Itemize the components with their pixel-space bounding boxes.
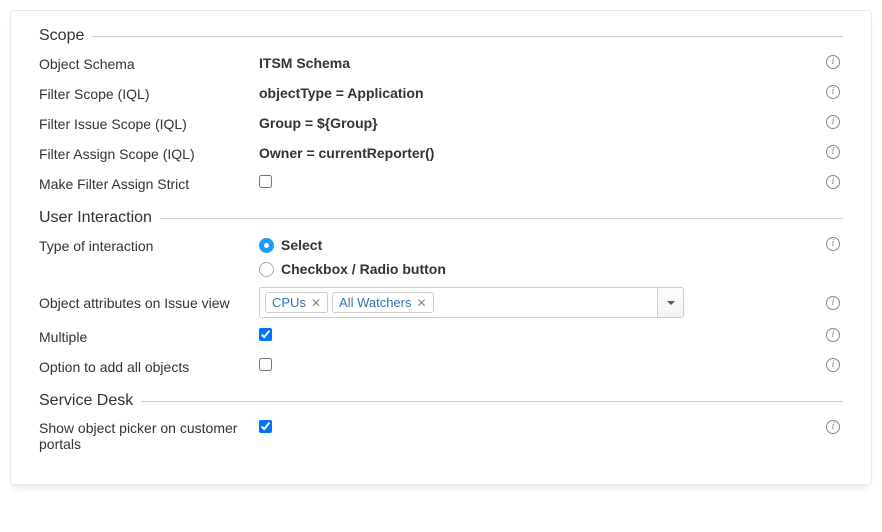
value-filter-issue-scope: Group = ${Group} — [259, 115, 823, 131]
info-icon[interactable]: i — [826, 328, 840, 342]
value-filter-assign-scope: Owner = currentReporter() — [259, 145, 823, 161]
info-icon[interactable]: i — [826, 358, 840, 372]
tag-remove-icon[interactable]: ✕ — [417, 296, 427, 310]
tag-label: All Watchers — [339, 295, 411, 310]
divider-line — [141, 401, 843, 402]
label-object-schema: Object Schema — [39, 55, 259, 72]
radio-label-select: Select — [281, 237, 322, 253]
radio-label-checkbox: Checkbox / Radio button — [281, 261, 446, 277]
label-option-add-all: Option to add all objects — [39, 358, 259, 375]
row-object-schema: Object Schema ITSM Schema i — [39, 55, 843, 75]
info-icon[interactable]: i — [826, 145, 840, 159]
tag-remove-icon[interactable]: ✕ — [311, 296, 321, 310]
section-scope-title: Scope — [39, 27, 843, 45]
radio-group-interaction: Select Checkbox / Radio button — [259, 237, 813, 277]
config-panel: Scope Object Schema ITSM Schema i Filter… — [10, 10, 872, 485]
divider-line — [160, 218, 843, 219]
row-show-picker: Show object picker on customer portals i — [39, 420, 843, 452]
info-icon[interactable]: i — [826, 175, 840, 189]
section-service-desk-title: Service Desk — [39, 392, 843, 410]
row-type-of-interaction: Type of interaction Select Checkbox / Ra… — [39, 237, 843, 277]
radio-icon-unselected — [259, 262, 274, 277]
info-icon[interactable]: i — [826, 115, 840, 129]
row-make-filter-assign-strict: Make Filter Assign Strict i — [39, 175, 843, 195]
value-filter-scope: objectType = Application — [259, 85, 823, 101]
multiselect-object-attributes[interactable]: CPUs ✕ All Watchers ✕ — [259, 287, 684, 318]
label-object-attributes: Object attributes on Issue view — [39, 294, 259, 311]
checkbox-option-add-all[interactable] — [259, 358, 272, 371]
checkbox-multiple[interactable] — [259, 328, 272, 341]
checkbox-make-filter-assign-strict[interactable] — [259, 175, 272, 188]
label-make-filter-assign-strict: Make Filter Assign Strict — [39, 175, 259, 192]
value-object-schema: ITSM Schema — [259, 55, 823, 71]
label-type-of-interaction: Type of interaction — [39, 237, 259, 254]
tag-cpus: CPUs ✕ — [265, 292, 328, 313]
info-icon[interactable]: i — [826, 420, 840, 434]
label-filter-scope: Filter Scope (IQL) — [39, 85, 259, 102]
tag-all-watchers: All Watchers ✕ — [332, 292, 434, 313]
label-filter-issue-scope: Filter Issue Scope (IQL) — [39, 115, 259, 132]
row-option-add-all: Option to add all objects i — [39, 358, 843, 378]
radio-option-select[interactable]: Select — [259, 237, 813, 253]
label-multiple: Multiple — [39, 328, 259, 345]
section-service-desk-label: Service Desk — [39, 392, 133, 410]
row-filter-assign-scope: Filter Assign Scope (IQL) Owner = curren… — [39, 145, 843, 165]
checkbox-show-picker[interactable] — [259, 420, 272, 433]
multiselect-toggle[interactable] — [657, 288, 683, 317]
info-icon[interactable]: i — [826, 237, 840, 251]
info-icon[interactable]: i — [826, 55, 840, 69]
chevron-down-icon — [667, 301, 675, 305]
row-filter-issue-scope: Filter Issue Scope (IQL) Group = ${Group… — [39, 115, 843, 135]
label-filter-assign-scope: Filter Assign Scope (IQL) — [39, 145, 259, 162]
multiselect-tags: CPUs ✕ All Watchers ✕ — [260, 288, 657, 317]
row-object-attributes: Object attributes on Issue view CPUs ✕ A… — [39, 287, 843, 318]
section-user-interaction-title: User Interaction — [39, 209, 843, 227]
radio-option-checkbox[interactable]: Checkbox / Radio button — [259, 261, 813, 277]
row-multiple: Multiple i — [39, 328, 843, 348]
section-scope-label: Scope — [39, 27, 84, 45]
section-user-interaction-label: User Interaction — [39, 209, 152, 227]
label-show-picker: Show object picker on customer portals — [39, 420, 259, 452]
tag-label: CPUs — [272, 295, 306, 310]
info-icon[interactable]: i — [826, 85, 840, 99]
row-filter-scope: Filter Scope (IQL) objectType = Applicat… — [39, 85, 843, 105]
divider-line — [92, 36, 843, 37]
info-icon[interactable]: i — [826, 296, 840, 310]
radio-icon-selected — [259, 238, 274, 253]
